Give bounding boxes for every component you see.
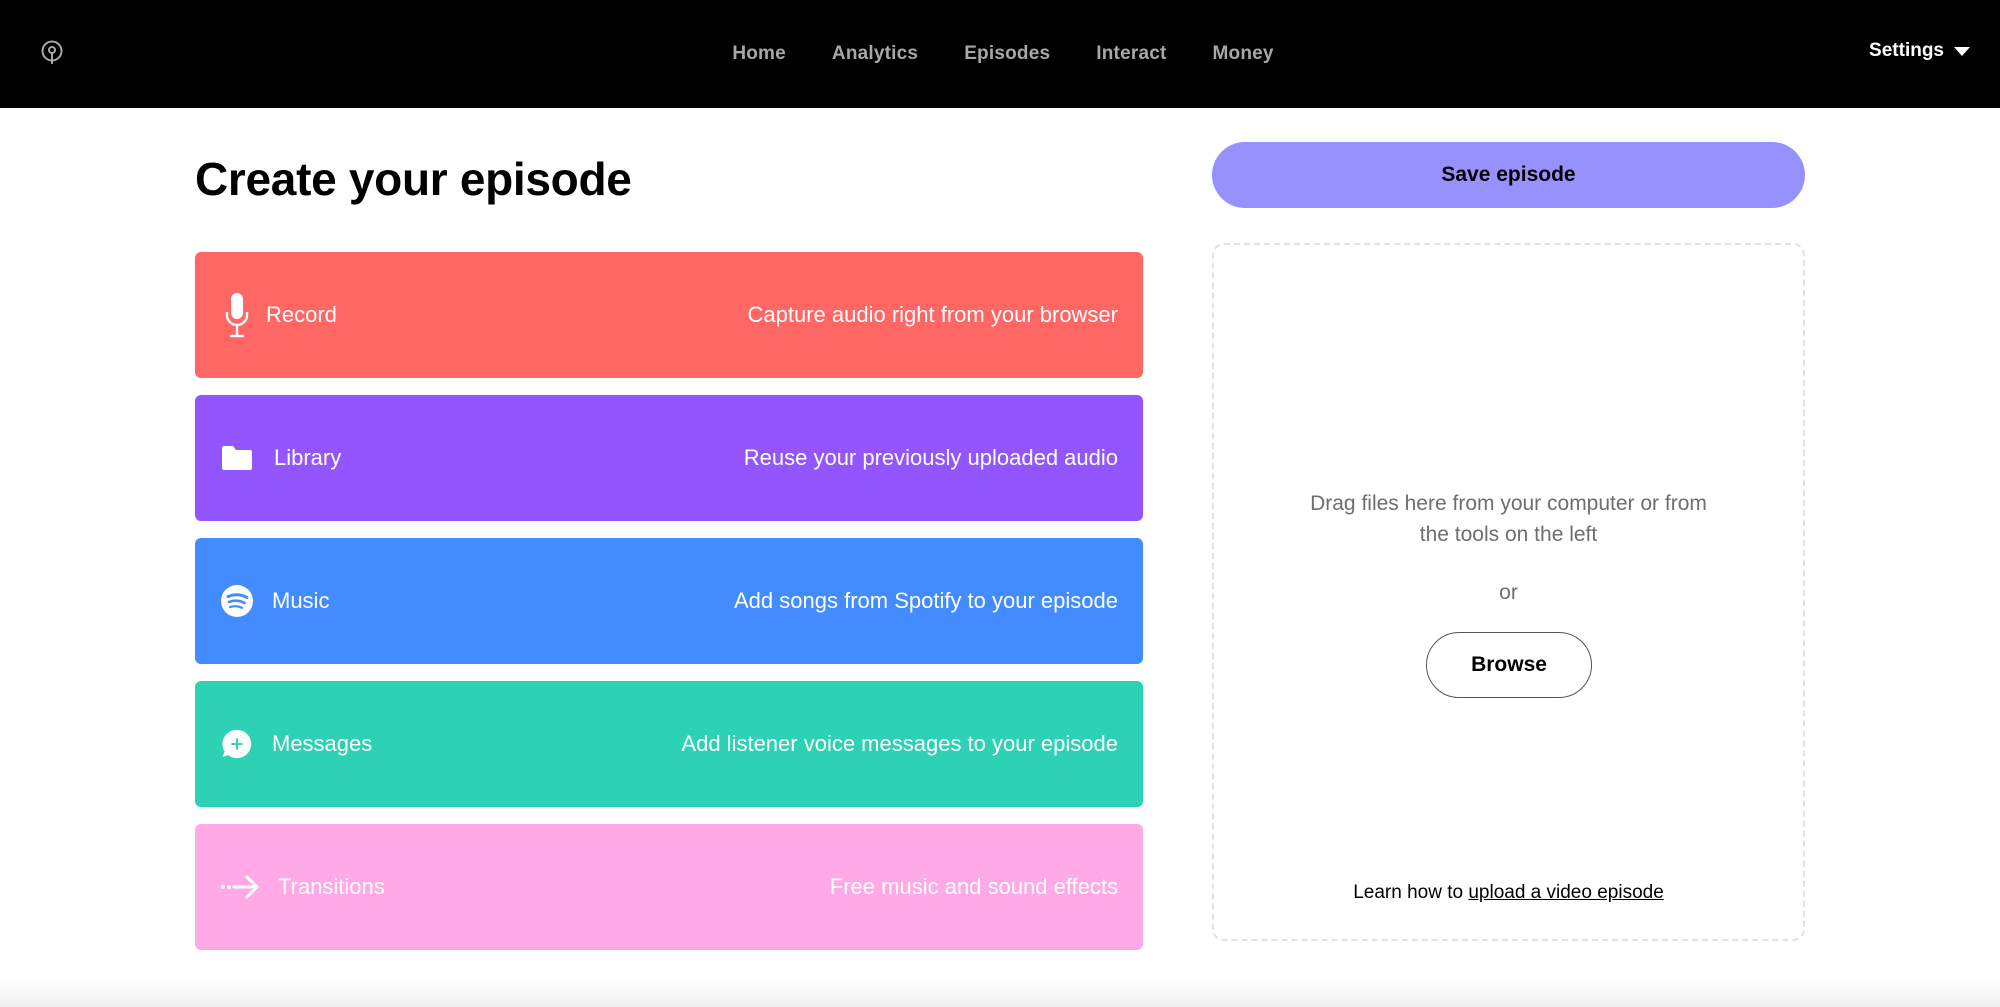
file-dropzone[interactable]: Drag files here from your computer or fr… (1212, 243, 1805, 941)
transition-arrow-icon (220, 864, 260, 910)
tool-description: Capture audio right from your browser (747, 302, 1119, 327)
nav-item-analytics[interactable]: Analytics (832, 43, 918, 65)
settings-menu[interactable]: Settings (1869, 40, 1970, 62)
main-nav: Home Analytics Episodes Interact Money (0, 0, 2000, 108)
tool-label: Music (272, 588, 330, 613)
dropzone-text: Drag files here from your computer or fr… (1310, 492, 1707, 546)
microphone-icon (220, 292, 254, 338)
nav-item-home[interactable]: Home (732, 43, 786, 65)
nav-item-money[interactable]: Money (1213, 43, 1274, 65)
message-plus-icon (220, 721, 254, 767)
tool-description: Free music and sound effects (829, 874, 1118, 899)
top-navigation-bar: Home Analytics Episodes Interact Money S… (0, 0, 2000, 108)
tool-label: Record (266, 302, 337, 327)
tool-description: Add listener voice messages to your epis… (681, 731, 1118, 756)
tool-label: Library (274, 445, 342, 470)
nav-item-episodes[interactable]: Episodes (964, 43, 1050, 65)
tool-description: Add songs from Spotify to your episode (734, 588, 1118, 613)
tool-label: Transitions (278, 874, 385, 899)
page-bottom-shadow (0, 978, 2000, 1007)
caret-down-icon (1954, 46, 1970, 56)
spotify-icon (220, 578, 254, 624)
save-episode-button[interactable]: Save episode (1212, 142, 1805, 208)
browse-button[interactable]: Browse (1426, 632, 1592, 698)
page-title: Create your episode (195, 153, 632, 205)
tool-description: Reuse your previously uploaded audio (743, 445, 1118, 470)
tool-record[interactable]: Record Capture audio right from your bro… (195, 252, 1143, 378)
tool-transitions[interactable]: Transitions Free music and sound effects (195, 824, 1143, 950)
tool-music[interactable]: Music Add songs from Spotify to your epi… (195, 538, 1143, 664)
nav-item-interact[interactable]: Interact (1096, 43, 1166, 65)
tool-library[interactable]: Library Reuse your previously uploaded a… (195, 395, 1143, 521)
tool-messages[interactable]: Messages Add listener voice messages to … (195, 681, 1143, 807)
tool-list: Record Capture audio right from your bro… (195, 252, 1143, 967)
folder-icon (220, 435, 254, 481)
learn-video-upload: Learn how to upload a video episode (1214, 882, 1803, 904)
or-separator: or (1499, 581, 1518, 604)
upload-video-episode-link[interactable]: upload a video episode (1468, 882, 1663, 903)
settings-label: Settings (1869, 40, 1944, 61)
dropzone-instructions: Drag files here from your computer or fr… (1214, 488, 1803, 550)
learn-prefix: Learn how to (1353, 882, 1469, 903)
tool-label: Messages (272, 731, 373, 756)
